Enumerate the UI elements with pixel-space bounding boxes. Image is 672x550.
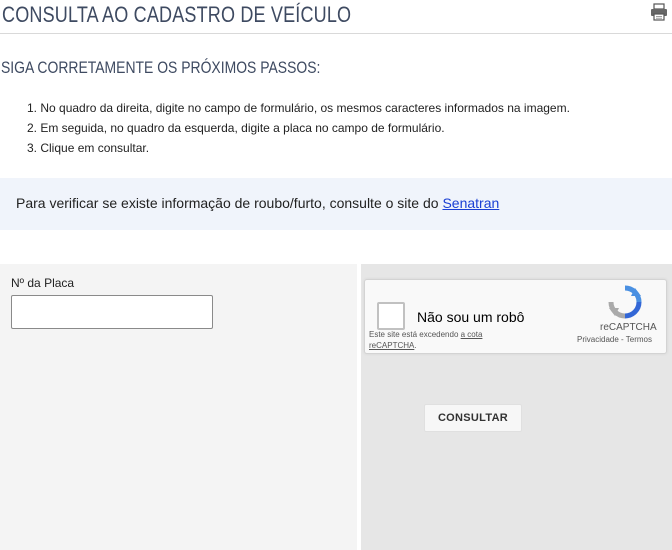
terms-link[interactable]: Termos [626, 335, 652, 344]
consult-button[interactable]: CONSULTAR [424, 404, 522, 432]
instructions-list: 1. No quadro da direita, digite no campo… [27, 101, 570, 161]
instruction-step: 1. No quadro da direita, digite no campo… [27, 101, 570, 115]
recaptcha-links: Privacidade - Termos [577, 335, 652, 344]
recaptcha-logo-icon [608, 285, 642, 319]
plate-label: Nº da Placa [11, 276, 75, 290]
recaptcha-quota-notice: Este site está excedendo a cota reCAPTCH… [369, 329, 519, 351]
senatran-link[interactable]: Senatran [442, 195, 499, 211]
title-divider [0, 33, 672, 34]
instruction-step: 2. Em seguida, no quadro da esquerda, di… [27, 121, 445, 135]
page-title: CONSULTA AO CADASTRO DE VEÍCULO [2, 2, 352, 27]
quota-text: Este site está excedendo [369, 330, 461, 339]
privacy-link[interactable]: Privacidade [577, 335, 619, 344]
printer-icon[interactable] [650, 3, 668, 21]
recaptcha-label: Não sou um robô [417, 309, 525, 325]
links-separator: - [618, 335, 626, 344]
recaptcha-brand: reCAPTCHA [600, 322, 657, 333]
plate-input[interactable] [11, 295, 213, 329]
notice-text: Para verificar se existe informação de r… [16, 195, 499, 211]
instructions-heading: SIGA CORRETAMENTE OS PRÓXIMOS PASSOS: [1, 58, 321, 77]
instruction-step: 3. Clique em consultar. [27, 141, 150, 155]
recaptcha-checkbox[interactable] [377, 302, 405, 330]
notice-message: Para verificar se existe informação de r… [16, 195, 443, 211]
quota-end: . [414, 341, 417, 350]
